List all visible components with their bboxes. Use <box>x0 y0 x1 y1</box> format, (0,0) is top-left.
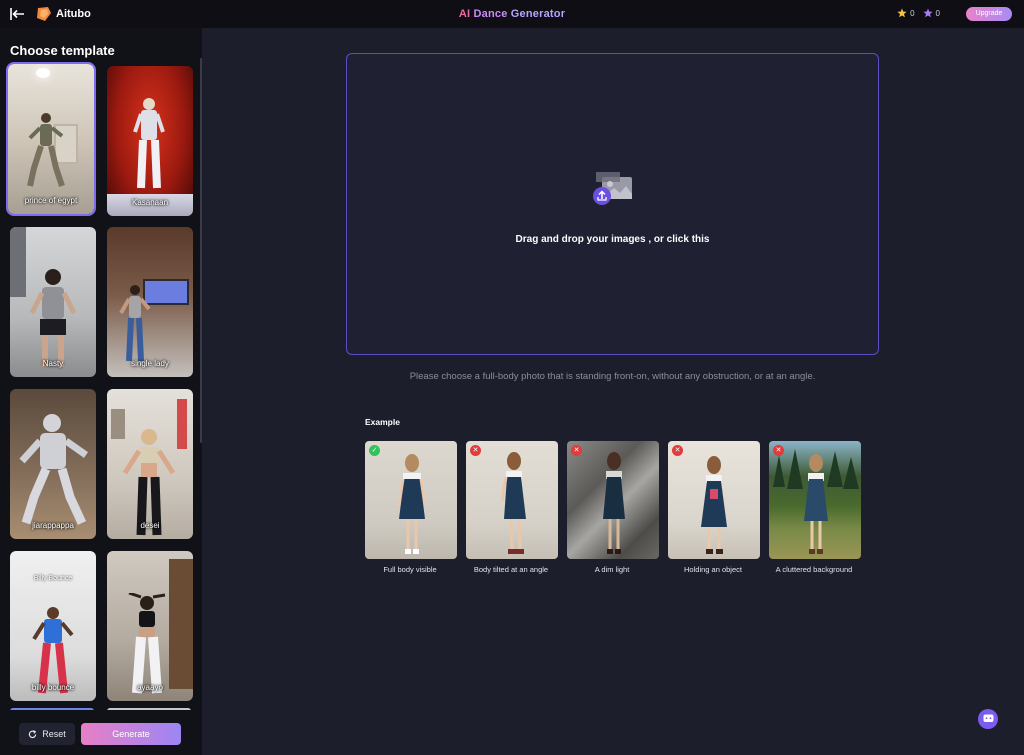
chat-icon <box>983 714 993 722</box>
page-title: AI Dance Generator <box>0 8 1024 20</box>
dancer-figure <box>133 98 165 189</box>
template-top-caption: Billy Bounce <box>33 575 73 582</box>
child-figure <box>603 452 625 554</box>
cross-icon: ✕ <box>571 445 582 456</box>
example-label: Body tilted at an angle <box>473 565 549 574</box>
template-label: Kasanaan <box>131 198 169 207</box>
purple-credit: 0 <box>922 8 940 18</box>
credits: 0 0 <box>893 8 940 18</box>
purple-credit-count: 0 <box>935 8 940 18</box>
example-label: Full body visible <box>383 565 437 574</box>
example-card-tilted: ✕ <box>466 441 558 559</box>
dancer-figure <box>19 414 89 525</box>
generate-button[interactable]: Generate <box>81 723 181 745</box>
sidebar-scrollbar[interactable] <box>200 58 202 443</box>
dancer-figure <box>119 285 151 362</box>
example-label: Holding an object <box>684 565 742 574</box>
example-card-full-body: ✓ <box>365 441 457 559</box>
template-card-desei[interactable]: desei <box>107 389 193 539</box>
child-figure <box>701 456 727 554</box>
template-card-single-lady[interactable]: single lady <box>107 227 193 377</box>
title-generator: Generator <box>510 8 566 20</box>
dropzone-text: Drag and drop your images , or click thi… <box>515 234 710 245</box>
template-label: Nasty <box>42 359 64 368</box>
template-card-billy-bounce[interactable]: Billy Bounce billy bounce <box>10 551 96 701</box>
example-card-holding-object: ✕ <box>668 441 760 559</box>
top-bar: Aitubo AI Dance Generator 0 0 Upgrade <box>0 0 1024 28</box>
gold-star-icon <box>897 8 907 18</box>
sidebar-title: Choose template <box>10 43 115 58</box>
upgrade-button[interactable]: Upgrade <box>966 7 1012 21</box>
template-label: billy bounce <box>31 683 75 692</box>
example-label: A cluttered background <box>775 565 853 574</box>
template-label: single lady <box>131 359 169 368</box>
template-label: jiarappappa <box>32 521 74 530</box>
cross-icon: ✕ <box>470 445 481 456</box>
template-label: prince of egypt <box>24 196 78 205</box>
child-figure <box>804 454 828 554</box>
photo-hint: Please choose a full-body photo that is … <box>409 371 816 382</box>
example-label: A dim light <box>594 565 630 574</box>
example-card-dim-light: ✕ <box>567 441 659 559</box>
template-label: desei <box>140 521 160 530</box>
image-dropzone[interactable]: Drag and drop your images , or click thi… <box>346 53 879 355</box>
title-dance: Dance <box>473 8 508 20</box>
purple-star-icon <box>922 8 933 18</box>
template-label: ayaayo <box>137 683 163 692</box>
template-card-nasty[interactable]: Nasty <box>10 227 96 377</box>
chat-support-button[interactable] <box>978 709 998 729</box>
template-card-prince-of-egypt[interactable]: prince of egypt <box>6 62 96 216</box>
template-card-ayaayo[interactable]: ayaayo <box>107 551 193 701</box>
template-card-kasanaan[interactable]: Kasanaan <box>107 66 193 216</box>
dancer-figure <box>29 269 77 367</box>
template-sidebar: Choose template prince of egypt Kasanaan… <box>0 28 202 755</box>
refresh-icon <box>29 729 37 738</box>
gold-credit-count: 0 <box>910 8 915 18</box>
dancer-figure <box>128 593 166 694</box>
gold-credit: 0 <box>897 8 915 18</box>
child-figure <box>500 452 526 554</box>
title-ai: AI <box>458 8 471 20</box>
cross-icon: ✕ <box>672 445 683 456</box>
check-icon: ✓ <box>369 445 380 456</box>
upload-image-icon <box>593 172 632 205</box>
reset-button[interactable]: Reset <box>19 723 75 745</box>
reset-label: Reset <box>42 729 66 739</box>
example-title: Example <box>365 417 400 427</box>
dancer-figure <box>27 113 65 187</box>
child-figure <box>397 454 427 554</box>
sidebar-footer: Reset Generate <box>0 710 202 755</box>
template-card-jiarappappa[interactable]: jiarappappa <box>10 389 96 539</box>
example-card-cluttered-background: ✕ <box>769 441 861 559</box>
